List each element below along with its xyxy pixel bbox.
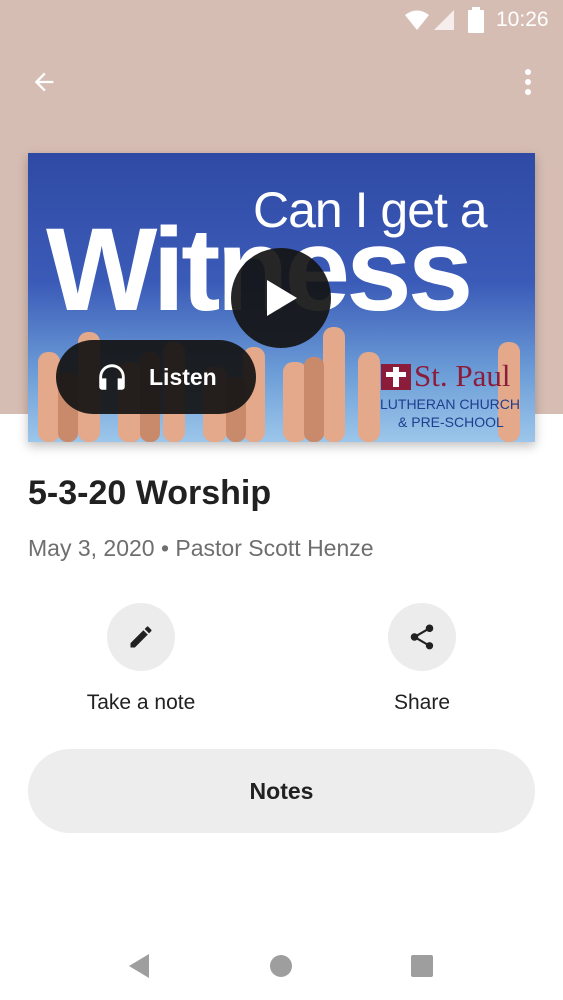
listen-label: Listen <box>149 363 217 390</box>
back-triangle-icon <box>129 954 149 978</box>
sermon-meta: May 3, 2020 • Pastor Scott Henze <box>28 535 374 561</box>
take-note-button[interactable]: Take a note <box>71 603 211 715</box>
sermon-title: 5-3-20 Worship <box>28 474 272 512</box>
headphones-icon <box>99 364 125 390</box>
logo-line-1: LUTHERAN CHURCH <box>380 396 521 412</box>
home-circle-icon <box>270 955 292 977</box>
more-vert-icon <box>525 69 531 95</box>
play-icon <box>267 280 297 316</box>
share-circle[interactable] <box>388 603 456 671</box>
more-options-button[interactable] <box>506 60 550 104</box>
status-bar: 10:26 <box>0 0 563 40</box>
take-note-circle[interactable] <box>107 603 175 671</box>
listen-button[interactable]: Listen <box>56 340 256 414</box>
share-button[interactable]: Share <box>352 603 492 715</box>
wifi-icon <box>405 10 429 30</box>
back-button[interactable] <box>22 60 66 104</box>
nav-back-button[interactable] <box>121 948 157 984</box>
share-label: Share <box>393 691 451 714</box>
recents-square-icon <box>411 955 433 977</box>
battery-icon <box>468 7 484 33</box>
notes-button[interactable]: Notes <box>28 749 535 833</box>
play-button[interactable] <box>231 248 331 348</box>
system-nav-bar <box>0 930 563 1000</box>
nav-recents-button[interactable] <box>404 948 440 984</box>
status-time: 10:26 <box>496 8 549 31</box>
logo-name: St. Paul <box>414 358 511 393</box>
take-note-label: Take a note <box>86 691 196 714</box>
church-logo: St. Paul LUTHERAN CHURCH & PRE-SCHOOL <box>376 358 532 434</box>
signal-icon <box>434 10 454 30</box>
arrow-back-icon <box>34 72 54 92</box>
notes-label: Notes <box>249 777 314 804</box>
share-icon <box>410 624 434 650</box>
nav-home-button[interactable] <box>263 948 299 984</box>
cross-logo-icon <box>381 364 411 390</box>
pencil-icon <box>130 626 152 648</box>
logo-line-2: & PRE-SCHOOL <box>398 414 504 430</box>
